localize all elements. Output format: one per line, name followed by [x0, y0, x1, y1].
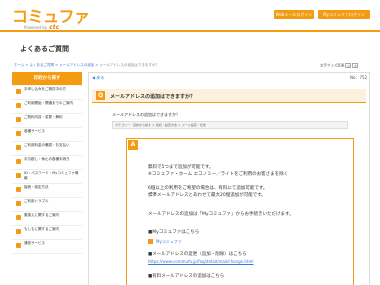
font-large-button[interactable]: 大: [352, 63, 359, 68]
answer-icon: A: [128, 140, 138, 150]
arrow-icon: [148, 239, 153, 244]
folder-icon: [16, 187, 21, 192]
faq-number: No：752: [350, 75, 368, 80]
folder-icon: [16, 243, 21, 248]
sidebar-item[interactable]: ご利用開始・開通までのご案内: [12, 100, 82, 114]
sidebar-title: 目的から探す: [12, 72, 82, 85]
answer-line: 無料で5つまで追加が可能です。: [148, 165, 214, 170]
breadcrumb: ホーム > よくあるご質問 > メールアドレスの追加 > メールアドレスの追加は…: [14, 63, 159, 68]
question-body: メールアドレスの追加はできますか？: [112, 112, 180, 117]
sidebar-item[interactable]: 各種サービス: [12, 128, 82, 142]
sidebar-item[interactable]: お引越し・休止の各種手続き: [12, 156, 82, 170]
sidebar-item[interactable]: ご契約内容・変更・解約: [12, 114, 82, 128]
mycommufa-label: ■Myコミュファはこちら: [148, 230, 200, 235]
answer-line: 6個以上の利用をご希望の場合は、有料にて追加可能です。: [148, 186, 268, 191]
folder-icon: [16, 117, 21, 122]
question-icon: Q: [96, 91, 105, 100]
answer-line: ※コミュファ・ホーム エコノミー／ライトをご利用のお客さまを除く: [148, 172, 289, 177]
sidebar-item[interactable]: ご利用トラブル: [12, 198, 82, 212]
sidebar-item[interactable]: 接続・設定方法: [12, 184, 82, 198]
answer-line: 標準メールアドレスとあわせて最大20個追加が可能です。: [148, 193, 266, 198]
font-small-button[interactable]: 小: [345, 63, 352, 68]
back-link[interactable]: ◀ 戻る: [92, 75, 104, 81]
header-divider: [0, 30, 380, 32]
folder-icon: [16, 229, 21, 234]
folder-icon: [16, 159, 21, 164]
change-url-link[interactable]: https://www.commufa.jp/faq/detail/mail/c…: [148, 259, 254, 264]
sidebar-item[interactable]: 乗換えに関するご案内: [12, 212, 82, 226]
paid-label: ■有料メールアドレスの追加はこちら: [148, 274, 225, 279]
folder-icon: [16, 215, 21, 220]
sidebar-item[interactable]: ご利用料金の確認・お支払い: [12, 142, 82, 156]
logo-text: コミュファ: [12, 7, 90, 26]
sidebar-item[interactable]: お申し込みをご検討中の方: [12, 86, 82, 100]
mycommufa-link[interactable]: Myコミュファ: [156, 239, 182, 245]
sidebar-item[interactable]: ID・パスワード・Myコミュファ情報: [12, 170, 82, 184]
folder-icon: [16, 89, 21, 94]
change-label: ■メールアドレスの変更（追加・削除）はこちら: [148, 252, 247, 257]
question-title: メールアドレスの追加はできますか？: [110, 94, 196, 100]
font-size-control: 文字サイズ変更小大: [320, 63, 359, 68]
commufa-logo[interactable]: コミュファ Powered by ctc: [12, 9, 92, 31]
breadcrumb-current: メールアドレスの追加はできますか？: [99, 63, 159, 67]
folder-icon: [16, 201, 21, 206]
folder-icon: [16, 131, 21, 136]
breadcrumb-links[interactable]: ホーム > よくあるご質問 > メールアドレスの追加 >: [14, 63, 99, 67]
sidebar-item[interactable]: 通信サービス: [12, 240, 82, 254]
folder-icon: [16, 173, 21, 178]
category-path: カテゴリー：目的から探す ＞ 接続・設定方法 ＞ メール設定・仕様: [112, 121, 348, 129]
answer-line: メールアドレスの追加は「Myコミュファ」からお手続きいただけます。: [148, 212, 294, 217]
mycommufa-login-button[interactable]: Myコミュファログイン: [318, 10, 370, 19]
webmail-login-button[interactable]: Webメールログイン: [274, 10, 314, 19]
folder-icon: [16, 145, 21, 150]
folder-icon: [16, 103, 21, 108]
page-title: よくあるご質問: [20, 45, 69, 53]
sidebar-item[interactable]: もしもに関するご案内: [12, 226, 82, 240]
